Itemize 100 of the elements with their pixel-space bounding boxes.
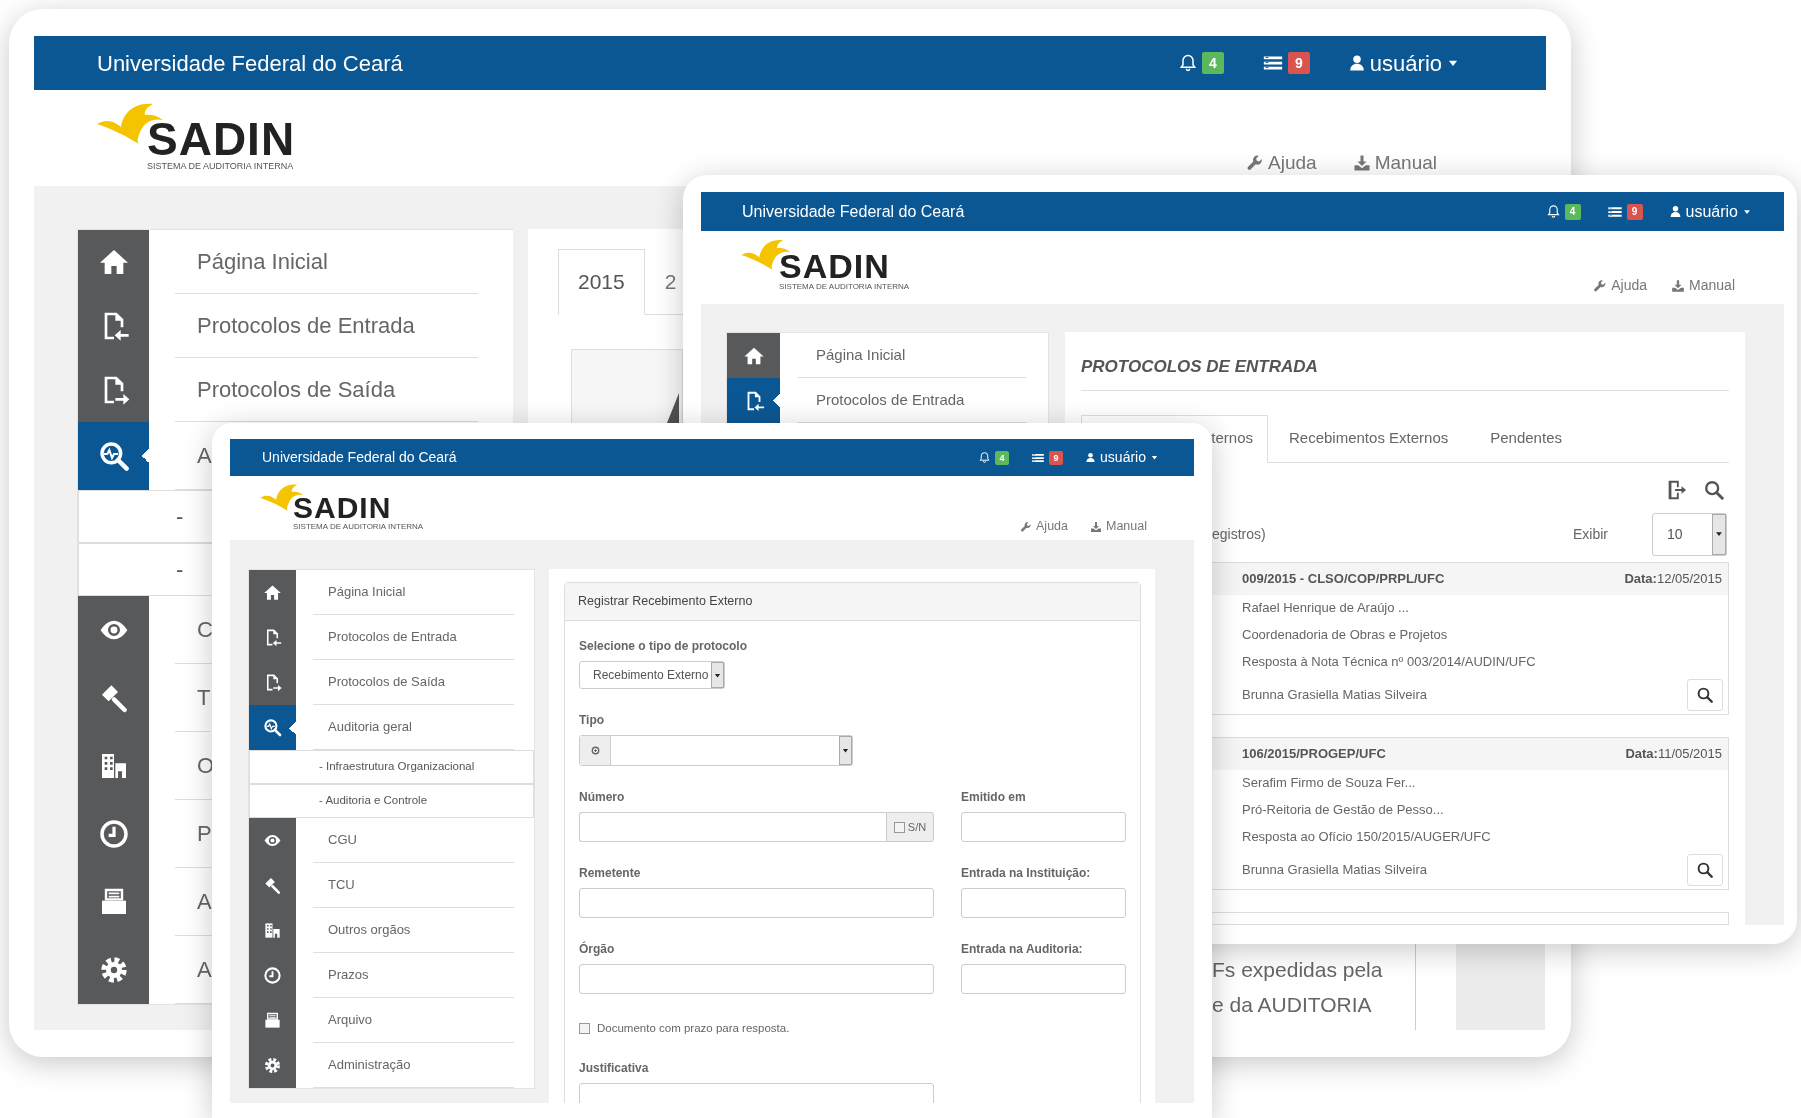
record-number: 009/2015 - CLSO/COP/PRPL/UFC	[1242, 569, 1445, 588]
sidebar-item[interactable]: CGU	[249, 818, 534, 863]
submenu-item[interactable]: - Auditoria e Controle	[249, 784, 534, 818]
user-icon	[1668, 205, 1682, 218]
dropdown-field[interactable]	[579, 735, 853, 766]
tab[interactable]: Recebimentos Externos	[1268, 414, 1470, 463]
plus-circle-icon	[589, 745, 601, 756]
checkbox[interactable]	[579, 1023, 590, 1035]
bell-icon	[978, 451, 992, 464]
sidebar-item[interactable]: Administração	[249, 1043, 534, 1088]
sidebar-item[interactable]: Protocolos de Entrada	[249, 615, 534, 660]
field-label: Entrada na Auditoria:	[961, 941, 1084, 958]
text-field[interactable]	[579, 812, 886, 842]
year-tab[interactable]: 2015	[558, 249, 645, 315]
header-link[interactable]: Manual	[1352, 153, 1437, 172]
user-icon	[1347, 54, 1366, 72]
addon-label: S/N	[907, 819, 927, 835]
user-menu[interactable]: usuário	[1085, 447, 1159, 468]
text-field[interactable]	[961, 888, 1126, 918]
text-field[interactable]	[579, 964, 934, 994]
sidebar-item[interactable]: Página Inicial	[78, 230, 513, 294]
checkbox-label: Documento com prazo para resposta.	[597, 1021, 790, 1036]
site-title: Universidade Federal do Ceará	[742, 201, 966, 222]
record-text: Coordenadoria de Obras e Projetos	[1241, 626, 1449, 645]
header-link[interactable]: Manual	[1090, 517, 1147, 536]
logo-tagline: SISTEMA DE AUDITORIA INTERNA	[147, 162, 294, 172]
checkbox[interactable]	[893, 821, 905, 833]
sidebar-item[interactable]: Outros orgãos	[249, 908, 534, 953]
text-field[interactable]	[961, 964, 1126, 994]
field-label: Justificativa	[579, 1060, 650, 1078]
magnifier-pulse-icon	[97, 440, 130, 472]
sidebar-item[interactable]: Arquivo	[249, 998, 534, 1043]
notification-badge: 4	[995, 450, 1010, 465]
record-count: egistros)	[1212, 524, 1267, 544]
sidebar-item[interactable]: Protocolos de Saída	[78, 358, 513, 422]
field-label: Órgão	[579, 940, 616, 958]
header-link[interactable]: Ajuda	[1593, 275, 1648, 296]
sidebar-item[interactable]: TCU	[249, 863, 534, 908]
sidebar-item[interactable]: Página Inicial	[727, 333, 1048, 378]
user-icon	[1085, 452, 1097, 463]
caret-icon	[1150, 453, 1159, 462]
clock-icon	[97, 818, 130, 850]
text-field[interactable]	[961, 812, 1126, 842]
user-menu[interactable]: usuário	[1347, 46, 1460, 80]
clock-icon	[263, 966, 282, 985]
field-label: Número	[579, 789, 626, 806]
wrench-icon	[1246, 153, 1265, 172]
record-text: Resposta à Nota Técnica nº 003/2014/AUDIN/UFC	[1241, 653, 1537, 672]
settings-icon	[263, 1056, 282, 1075]
sidebar-item[interactable]: Auditoria geral	[249, 705, 534, 750]
record-number: 106/2015/PROGEP/UFC	[1242, 744, 1386, 763]
view-button[interactable]	[1687, 678, 1723, 711]
sidebar-item[interactable]: Protocolos de Saída	[249, 660, 534, 705]
text-field[interactable]	[579, 888, 934, 918]
logo-tagline: SISTEMA DE AUDITORIA INTERNA	[293, 523, 424, 532]
year-tab[interactable]: 2	[644, 249, 684, 315]
logo-tagline: SISTEMA DE AUDITORIA INTERNA	[779, 283, 910, 292]
record-text: Brunna Grasiella Matias Silveira	[1242, 685, 1427, 704]
form-title: Registrar Recebimento Externo	[565, 583, 1140, 621]
sidebar-item[interactable]: Página Inicial	[249, 570, 534, 615]
search-icon[interactable]	[1703, 479, 1725, 502]
submenu-item[interactable]: -	[78, 490, 213, 543]
sidebar-item[interactable]: Protocolos de Entrada	[78, 294, 513, 358]
site-title: Universidade Federal do Ceará	[262, 448, 458, 467]
record-text: Serafim Firmo de Souza Fer...	[1241, 774, 1417, 793]
page-size-label: Exibir	[1573, 524, 1608, 544]
page-title: PROTOCOLOS DE ENTRADA	[1081, 354, 1729, 391]
wrench-icon	[1593, 278, 1608, 293]
download-icon	[1090, 520, 1102, 533]
site-title: Universidade Federal do Ceará	[97, 49, 404, 78]
wrench-icon	[1020, 520, 1032, 533]
record-text: Brunna Grasiella Matias Silveira	[1242, 860, 1427, 879]
header-link[interactable]: Ajuda	[1246, 153, 1317, 172]
user-menu[interactable]: usuário	[1668, 199, 1752, 224]
view-button[interactable]	[1687, 853, 1723, 886]
header-link[interactable]: Manual	[1671, 275, 1735, 296]
bell-icon	[1177, 53, 1198, 73]
record-date: Data:11/05/2015	[1625, 744, 1722, 763]
buildings-icon	[263, 921, 282, 940]
message-badge: 9	[1626, 203, 1643, 220]
submenu-item[interactable]: -	[78, 543, 213, 596]
page-size-select[interactable]: 10	[1652, 512, 1727, 556]
record-text: Rafael Henrique de Araújo ...	[1241, 599, 1410, 618]
sidebar-item[interactable]: Protocolos de Entrada	[727, 378, 1048, 423]
search-icon	[1696, 685, 1714, 704]
message-badge: 9	[1049, 450, 1064, 465]
record-text: Pró-Reitoria de Gestão de Pesso...	[1241, 801, 1445, 820]
logo-text: SADIN	[147, 116, 296, 162]
notification-badge: 4	[1564, 203, 1581, 220]
tray-icon	[263, 1011, 282, 1030]
submenu-item[interactable]: - Infraestrutura Organizacional	[249, 750, 534, 784]
header-link[interactable]: Ajuda	[1020, 517, 1068, 536]
caret-icon	[841, 746, 850, 755]
download-icon	[1671, 278, 1686, 293]
dropdown-field[interactable]: Recebimento Externo	[579, 661, 725, 689]
download-icon	[1352, 153, 1371, 172]
message-badge: 9	[1287, 52, 1310, 74]
field-label: Emitido em	[961, 789, 1027, 806]
sidebar-item[interactable]: Prazos	[249, 953, 534, 998]
tab[interactable]: Pendentes	[1469, 414, 1583, 463]
